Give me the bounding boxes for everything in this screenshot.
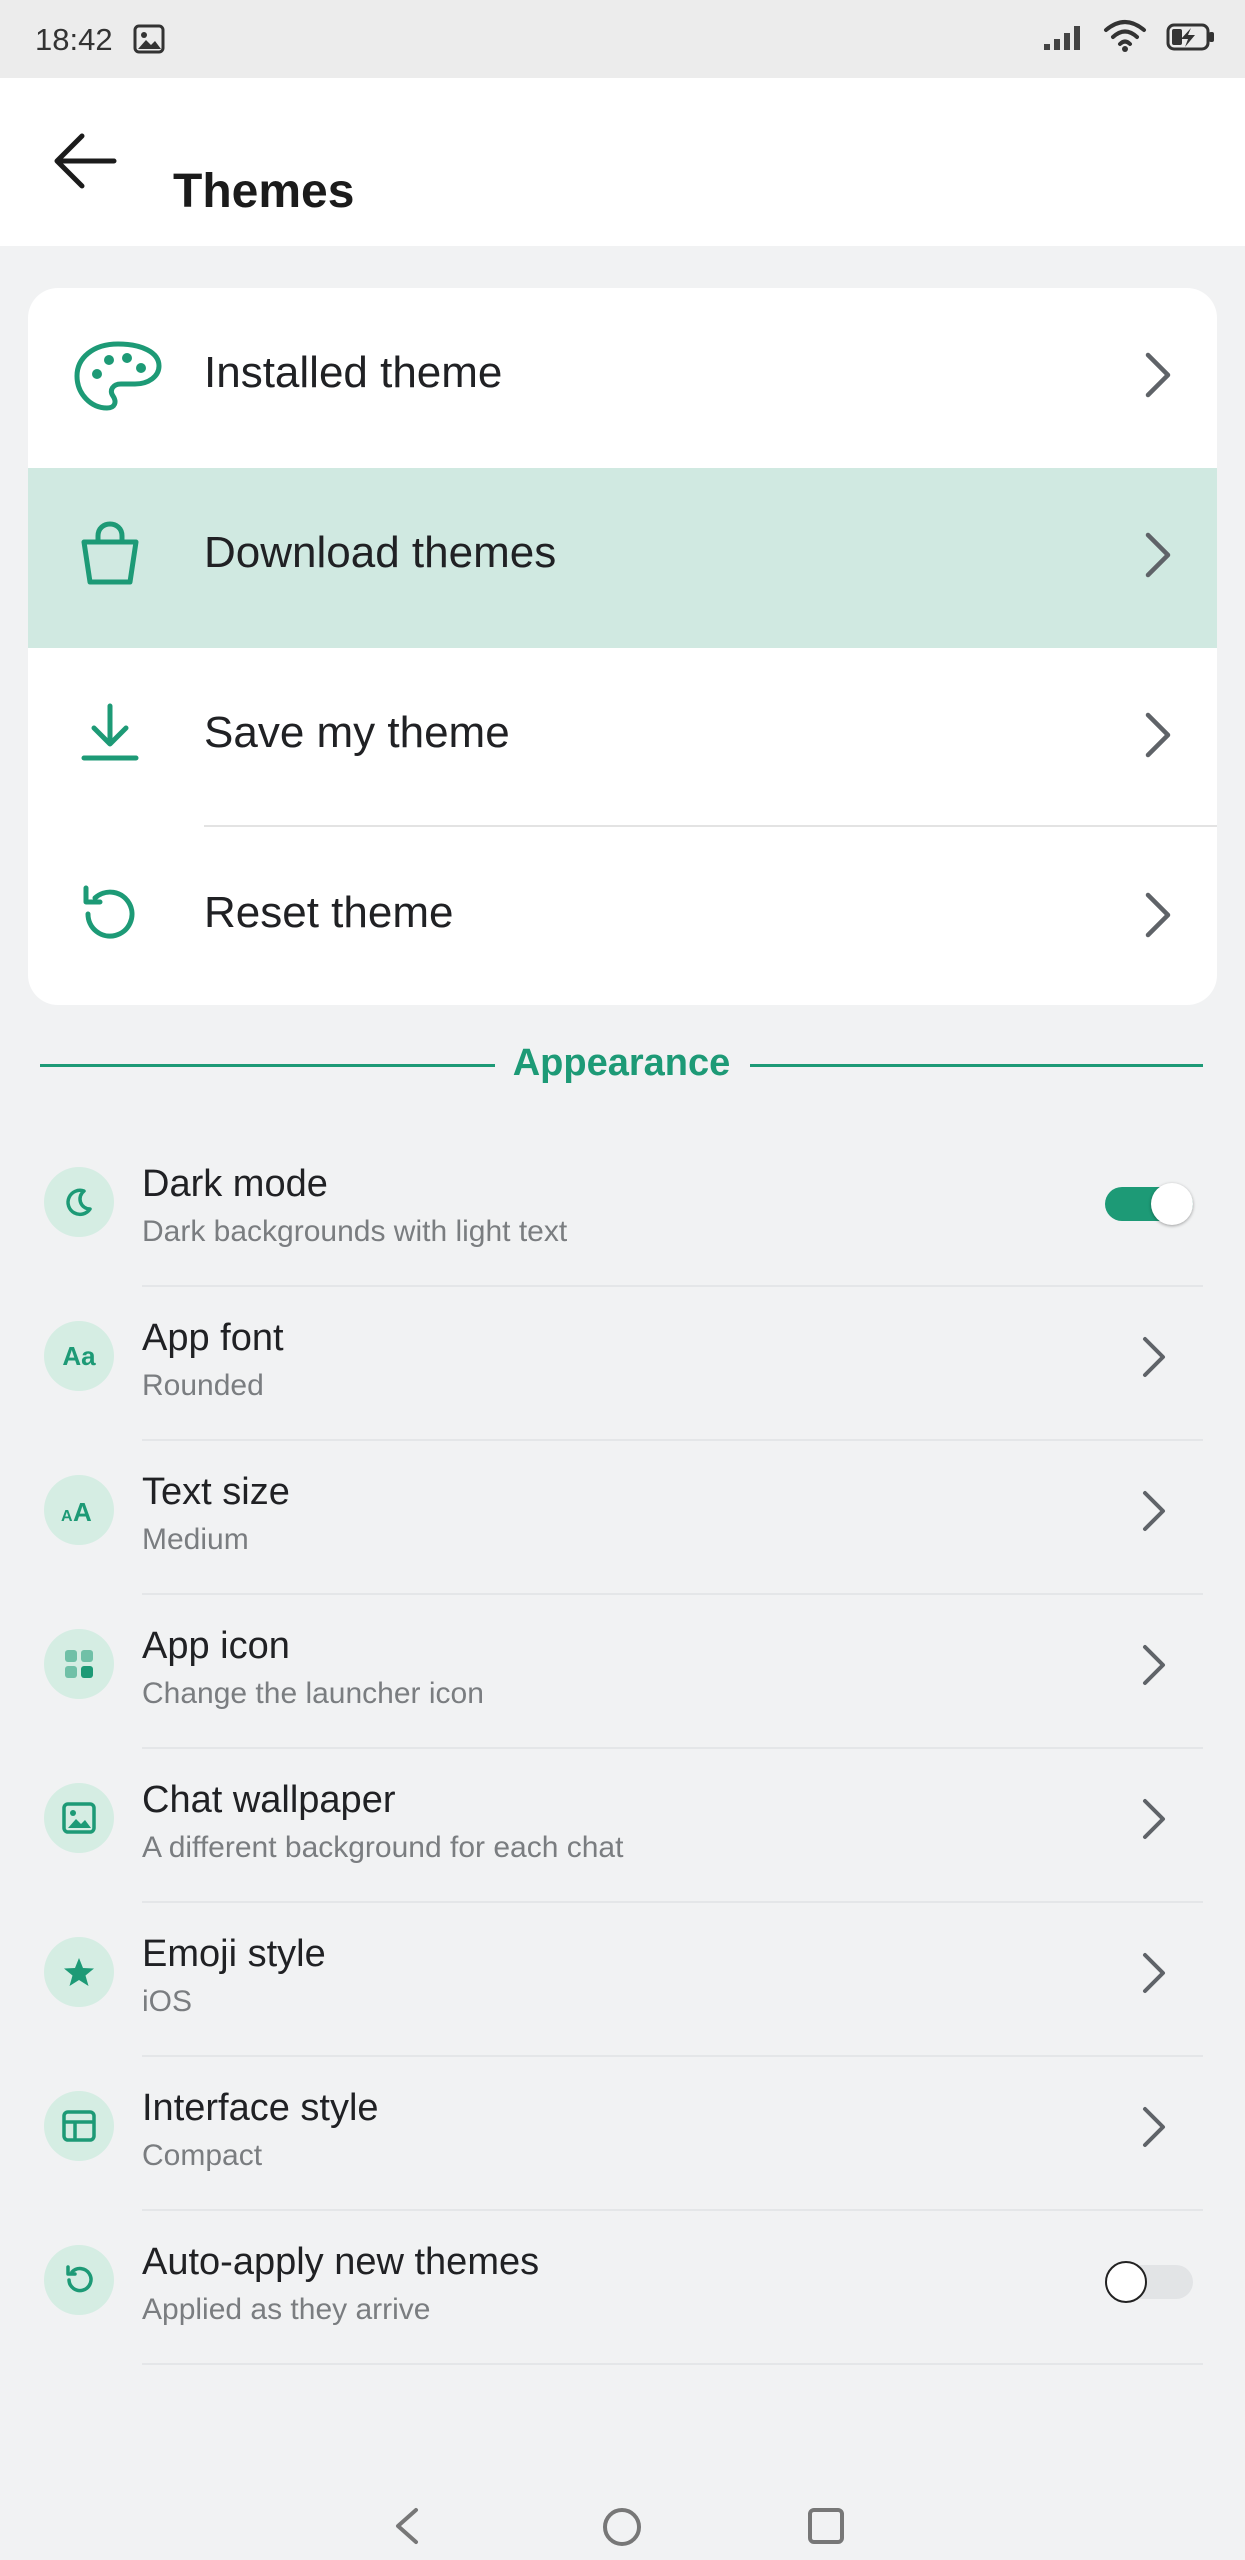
wifi-icon [1103,18,1147,59]
row-title: Text size [142,1471,290,1513]
row-subtitle: Dark backgrounds with light text [142,1215,568,1248]
battery-charging-icon [1166,22,1216,57]
chevron-right-icon [1141,1797,1167,1846]
row-title: Dark mode [142,1163,328,1205]
app-bar: Themes [0,78,1245,246]
installed-theme-item[interactable]: Installed theme [28,288,1217,468]
app-icon-row[interactable]: App icon Change the launcher icon [40,1595,1203,1749]
divider [142,2363,1203,2365]
save-my-theme-label: Save my theme [204,708,510,757]
chevron-right-icon [1143,710,1173,765]
row-title: Chat wallpaper [142,1779,396,1821]
text-size-icon: AA [44,1475,114,1545]
dark-mode-row[interactable]: Dark mode Dark backgrounds with light te… [40,1133,1203,1287]
toggle-knob [1151,1183,1193,1225]
reset-theme-label: Reset theme [204,888,454,937]
interface-style-row[interactable]: Interface style Compact [40,2057,1203,2211]
layout-icon [44,2091,114,2161]
theme-actions-card: Installed theme Download themes Save my … [28,288,1217,1005]
system-nav-bar [0,2480,1245,2560]
svg-text:A: A [61,1508,73,1525]
download-themes-item[interactable]: Download themes [28,468,1217,648]
divider [204,825,1217,827]
shopping-bag-icon [78,520,142,591]
chevron-right-icon [1141,1335,1167,1384]
font-icon: Aa [44,1321,114,1391]
row-subtitle: A different background for each chat [142,1831,624,1864]
row-title: Emoji style [142,1933,326,1975]
status-bar: 18:42 [0,0,1245,78]
text-size-row[interactable]: AA Text size Medium [40,1441,1203,1595]
reset-icon [78,882,142,951]
row-title: Interface style [142,2087,379,2129]
image-icon [44,1783,114,1853]
svg-text:A: A [73,1497,92,1525]
row-subtitle: Compact [142,2139,263,2172]
save-my-theme-item[interactable]: Save my theme [28,648,1217,828]
reset-theme-item[interactable]: Reset theme [28,828,1217,1005]
appearance-section-header: Appearance [40,1040,1203,1090]
row-subtitle: Rounded [142,1369,264,1402]
emoji-style-row[interactable]: Emoji style iOS [40,1903,1203,2057]
moon-icon [44,1167,114,1237]
gallery-icon [133,24,165,59]
row-subtitle: iOS [142,1985,193,2018]
signal-icon [1042,24,1088,57]
download-icon [80,702,140,769]
chevron-right-icon [1143,890,1173,945]
row-subtitle: Applied as they arrive [142,2293,431,2326]
chevron-right-icon [1141,1951,1167,2000]
font-icon-glyph: Aa [62,1340,96,1371]
chat-wallpaper-row[interactable]: Chat wallpaper A different background fo… [40,1749,1203,1903]
recents-nav-icon[interactable] [806,2506,846,2551]
status-time: 18:42 [35,22,113,57]
row-title: Auto-apply new themes [142,2241,540,2283]
back-nav-icon[interactable] [388,2506,428,2551]
chevron-right-icon [1143,530,1173,585]
palette-icon [73,338,163,419]
row-subtitle: Change the launcher icon [142,1677,484,1710]
home-nav-icon[interactable] [601,2506,643,2553]
row-title: App font [142,1317,284,1359]
arrow-left-icon[interactable] [52,130,118,197]
dark-mode-toggle[interactable] [1105,1183,1193,1225]
chevron-right-icon [1141,1489,1167,1538]
grid-icon [44,1629,114,1699]
auto-apply-row[interactable]: Auto-apply new themes Applied as they ar… [40,2211,1203,2365]
app-font-row[interactable]: Aa App font Rounded [40,1287,1203,1441]
star-icon [44,1937,114,2007]
chevron-right-icon [1143,350,1173,405]
page-title: Themes [173,165,355,218]
installed-theme-label: Installed theme [204,348,503,397]
row-title: App icon [142,1625,290,1667]
chevron-right-icon [1141,2105,1167,2154]
refresh-icon [44,2245,114,2315]
download-themes-label: Download themes [204,528,557,577]
chevron-right-icon [1141,1643,1167,1692]
auto-apply-toggle[interactable] [1105,2261,1193,2303]
toggle-knob [1105,2261,1147,2303]
row-subtitle: Medium [142,1523,249,1556]
divider [750,1064,1203,1067]
